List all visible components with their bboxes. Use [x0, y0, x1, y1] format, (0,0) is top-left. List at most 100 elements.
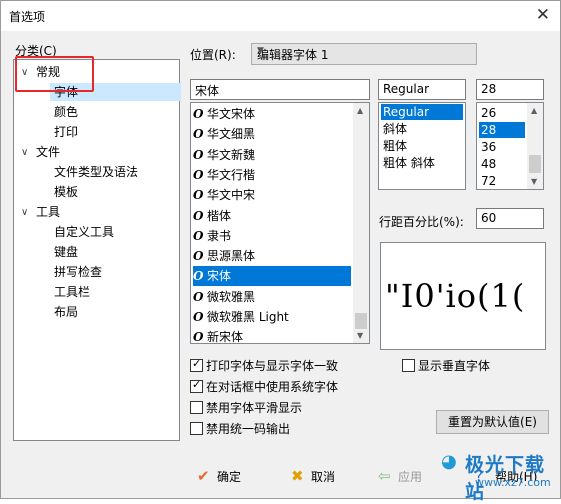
cancel-icon: ✖ [291, 467, 304, 485]
font-size-input[interactable]: 28 [476, 79, 544, 100]
chevron-down-icon: ▼ [257, 46, 264, 56]
tree-node-tools[interactable]: 工具 [36, 203, 60, 221]
tree-item-layout[interactable]: 布局 [54, 303, 78, 321]
opentype-font-icon: O [193, 188, 204, 203]
checkmark-icon: ✔ [197, 467, 210, 485]
tree-item-file-types[interactable]: 文件类型及语法 [54, 163, 138, 181]
print-consistent-checkbox[interactable] [190, 357, 203, 372]
tree-item-color[interactable]: 颜色 [54, 103, 78, 121]
font-list-item[interactable]: O 思源黑体 [193, 246, 351, 266]
disable-smoothing-checkbox[interactable] [190, 401, 203, 414]
cancel-button[interactable]: ✖ 取消 [291, 467, 335, 485]
category-tree[interactable]: ∨ 常规 字体 颜色 打印 ∨ 文件 文件类型及语法 模板 ∨ 工具 自定义工具… [13, 59, 181, 441]
line-spacing-label: 行距百分比(%): [379, 215, 464, 229]
opentype-font-icon: O [193, 208, 204, 223]
size-list-item[interactable]: 48 [479, 156, 525, 172]
size-list-item[interactable]: 28 [479, 122, 525, 138]
font-name-input[interactable]: 宋体 [190, 79, 370, 100]
tree-item-print[interactable]: 打印 [54, 123, 78, 141]
style-list-item[interactable]: 斜体 [381, 121, 463, 137]
show-vertical-checkbox[interactable] [402, 359, 415, 372]
font-style-list[interactable]: Regular 斜体 粗体 粗体 斜体 [378, 102, 466, 190]
size-list-scrollbar[interactable]: ▲ ▼ [527, 103, 543, 189]
apply-arrow-icon: ⇦ [378, 467, 391, 485]
chevron-down-icon[interactable]: ∨ [21, 207, 28, 218]
scroll-thumb[interactable] [355, 313, 367, 329]
font-list-item[interactable]: O 华文宋体 [193, 104, 351, 124]
apply-label: 应用 [398, 470, 423, 484]
style-list-item[interactable]: 粗体 [381, 138, 463, 154]
font-list-item[interactable]: O 微软雅黑 [193, 287, 351, 307]
font-list-item-label: 思源黑体 [207, 249, 256, 264]
tree-item-keyboard[interactable]: 键盘 [54, 243, 78, 261]
scroll-thumb[interactable] [529, 155, 541, 173]
font-list-item[interactable]: O 华文中宋 [193, 185, 351, 205]
font-list-item[interactable]: O 华文细黑 [193, 124, 351, 144]
font-list-item[interactable]: O 新宋体 [193, 327, 351, 344]
scroll-up-icon[interactable]: ▲ [531, 106, 537, 115]
font-size-list[interactable]: 26 28 36 48 72 ▲ ▼ [476, 102, 544, 190]
watermark-url: www.xz7.com [475, 476, 551, 489]
size-list-item[interactable]: 72 [479, 173, 525, 189]
font-list-item-label: 微软雅黑 Light [207, 310, 289, 324]
font-list-item-label: 楷体 [207, 208, 232, 223]
style-list-item[interactable]: 粗体 斜体 [381, 155, 463, 171]
font-list-item[interactable]: O 隶书 [193, 226, 351, 246]
opentype-font-icon: O [193, 107, 204, 121]
watermark: ◕ 极光下载站 www.xz7.com [441, 449, 557, 503]
tree-item-spell-check[interactable]: 拼写检查 [54, 263, 102, 281]
opentype-font-icon: O [193, 289, 204, 304]
scroll-down-icon[interactable]: ▼ [531, 177, 537, 186]
tree-item-toolbar[interactable]: 工具栏 [54, 283, 90, 301]
use-system-font-checkbox[interactable] [190, 378, 203, 393]
opentype-font-icon: O [193, 167, 204, 182]
scroll-up-icon[interactable]: ▲ [357, 106, 363, 115]
font-list-item[interactable]: O 华文新魏 [193, 145, 351, 165]
preferences-dialog: 首选项 ✕ 分类(C) ∨ 常规 字体 颜色 打印 ∨ 文件 文件类型及语法 模… [0, 0, 561, 503]
line-spacing-input[interactable]: 60 [476, 208, 544, 229]
annotation-highlight-box [15, 56, 94, 92]
chevron-down-icon[interactable]: ∨ [21, 147, 28, 158]
ok-label: 确定 [217, 470, 242, 484]
font-list-item-label: 新宋体 [207, 330, 244, 344]
style-list-item[interactable]: Regular [381, 104, 463, 120]
scroll-down-icon[interactable]: ▼ [357, 331, 363, 340]
show-vertical-label[interactable]: 显示垂直字体 [418, 357, 490, 374]
watermark-logo-icon: ◕ [441, 451, 457, 472]
preview-text: "I0'io(1( [385, 277, 526, 315]
apply-button[interactable]: ⇦ 应用 [378, 467, 422, 485]
font-list-item[interactable]: O 楷体 [193, 206, 351, 226]
reset-defaults-button[interactable]: 重置为默认值(E) [436, 410, 549, 434]
tree-node-file[interactable]: 文件 [36, 143, 60, 161]
opentype-font-icon: O [193, 269, 204, 284]
size-list-item[interactable]: 26 [479, 105, 525, 121]
font-list-item[interactable]: O 微软雅黑 Light [193, 307, 351, 327]
font-list-item-label: 宋体 [207, 269, 232, 284]
tree-item-custom-tools[interactable]: 自定义工具 [54, 223, 114, 241]
opentype-font-icon: O [193, 310, 204, 324]
font-list-item[interactable]: O 宋体 [193, 266, 351, 287]
font-list-scrollbar[interactable]: ▲ ▼ [353, 103, 369, 343]
font-list-item-label: 微软雅黑 [207, 289, 256, 304]
font-name-list[interactable]: O 华文宋体 O 华文细黑 O 华文新魏 O 华文行楷 O 华文中宋 O 楷体 O 隶书 O 思源黑体 O 宋体 O… [190, 102, 370, 344]
font-preview: "I0'io(1( [380, 242, 546, 350]
tree-item-templates[interactable]: 模板 [54, 183, 78, 201]
font-list-item-label: 华文中宋 [207, 188, 256, 203]
disable-smoothing-label[interactable]: 禁用字体平滑显示 [206, 399, 302, 416]
disable-unicode-label[interactable]: 禁用统一码输出 [206, 420, 290, 437]
position-select[interactable]: 编辑器字体 1 ▼ [251, 43, 477, 65]
font-list-item-label: 华文新魏 [207, 147, 256, 162]
use-system-font-label[interactable]: 在对话框中使用系统字体 [206, 378, 338, 395]
font-list-item[interactable]: O 华文行楷 [193, 165, 351, 185]
font-list-item-label: 华文行楷 [207, 167, 256, 182]
ok-button[interactable]: ✔ 确定 [197, 467, 241, 485]
close-icon[interactable]: ✕ [536, 5, 550, 25]
disable-unicode-checkbox[interactable] [190, 422, 203, 435]
print-consistent-label[interactable]: 打印字体与显示字体一致 [206, 357, 338, 374]
opentype-font-icon: O [193, 147, 204, 162]
opentype-font-icon: O [193, 228, 204, 243]
window-title: 首选项 [9, 10, 46, 24]
cancel-label: 取消 [311, 470, 336, 484]
size-list-item[interactable]: 36 [479, 139, 525, 155]
font-style-input[interactable]: Regular [378, 79, 466, 100]
